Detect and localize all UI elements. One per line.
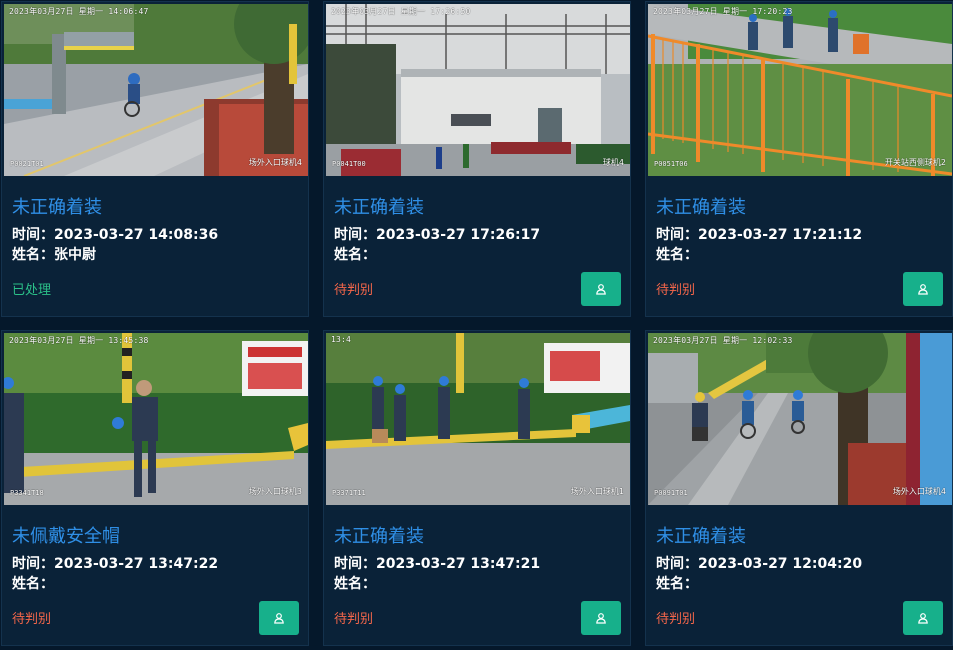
user-icon [918, 284, 928, 295]
osd-camera-name: 球机4 [602, 158, 624, 167]
osd-device-id: P3341T18 [10, 489, 44, 497]
snapshot-image[interactable]: 2023年03月27日 星期一 13:45:38 P3341T18 场外入口球机… [4, 333, 308, 505]
person-name: 姓名： [334, 247, 376, 263]
alarm-card[interactable]: 2023年03月27日 星期一 17:20:23 P0051T06 开关站西侧球… [645, 1, 953, 317]
user-icon [596, 284, 606, 295]
osd-timestamp: 2023年03月27日 星期一 12:02:33 [653, 336, 793, 345]
osd-camera-name: 场外入口球机3 [248, 487, 302, 496]
user-icon [274, 613, 284, 624]
osd-device-id: P0041T00 [332, 160, 366, 168]
violation-title: 未正确着装 [334, 197, 424, 218]
osd-timestamp: 2023年03月27日 星期一 13:45:38 [9, 336, 149, 345]
violation-title: 未佩戴安全帽 [12, 526, 120, 547]
snapshot-image[interactable]: 2023年03月27日 星期一 17:26:50 P0041T00 球机4 [326, 4, 630, 176]
judge-button[interactable] [581, 601, 621, 635]
alarm-time: 时间：2023-03-27 13:47:22 [12, 556, 219, 572]
osd-device-id: P3371T11 [332, 489, 366, 497]
snapshot-image[interactable]: 2023年03月27日 星期一 12:02:33 P0091T01 场外入口球机… [648, 333, 952, 505]
status-text: 待判别 [334, 283, 374, 298]
alarm-card-grid: 2023年03月27日 星期一 14:06:47 P0021T01 场外入口球机… [0, 0, 953, 650]
person-name: 姓名： [656, 247, 698, 263]
alarm-time: 时间：2023-03-27 17:21:12 [656, 227, 863, 243]
status-text: 待判别 [12, 612, 52, 627]
alarm-card[interactable]: 2023年03月27日 星期一 13:45:38 P3341T18 场外入口球机… [1, 330, 309, 646]
osd-camera-name: 场外入口球机4 [892, 487, 946, 496]
judge-button[interactable] [903, 272, 943, 306]
user-icon [918, 613, 928, 624]
osd-camera-name: 开关站西侧球机2 [884, 158, 946, 167]
status-text: 待判别 [656, 283, 696, 298]
osd-device-id: P0021T01 [10, 160, 44, 168]
snapshot-image[interactable]: 2023年03月27日 星期一 17:20:23 P0051T06 开关站西侧球… [648, 4, 952, 176]
snapshot-image[interactable]: 13:4 P3371T11 场外入口球机1 [326, 333, 630, 505]
judge-button[interactable] [903, 601, 943, 635]
violation-title: 未正确着装 [334, 526, 424, 547]
osd-timestamp: 2023年03月27日 星期一 14:06:47 [9, 7, 149, 16]
osd-camera-name: 场外入口球机4 [248, 158, 302, 167]
judge-button[interactable] [581, 272, 621, 306]
person-name: 姓名：张中尉 [12, 247, 96, 263]
alarm-card[interactable]: 13:4 P3371T11 场外入口球机1 未正确着装 时间：2023-03-2… [323, 330, 631, 646]
alarm-time: 时间：2023-03-27 14:08:36 [12, 227, 219, 243]
snapshot-image[interactable]: 2023年03月27日 星期一 14:06:47 P0021T01 场外入口球机… [4, 4, 308, 176]
osd-device-id: P0091T01 [654, 489, 688, 497]
status-text: 已处理 [12, 283, 52, 298]
violation-title: 未正确着装 [656, 197, 746, 218]
violation-title: 未正确着装 [656, 526, 746, 547]
osd-camera-name: 场外入口球机1 [570, 487, 624, 496]
person-name: 姓名： [12, 576, 54, 592]
alarm-card[interactable]: 2023年03月27日 星期一 12:02:33 P0091T01 场外入口球机… [645, 330, 953, 646]
user-icon [596, 613, 606, 624]
osd-timestamp: 2023年03月27日 星期一 17:20:23 [653, 7, 793, 16]
alarm-card[interactable]: 2023年03月27日 星期一 14:06:47 P0021T01 场外入口球机… [1, 1, 309, 317]
judge-button[interactable] [259, 601, 299, 635]
status-text: 待判别 [334, 612, 374, 627]
violation-title: 未正确着装 [12, 197, 102, 218]
person-name: 姓名： [656, 576, 698, 592]
osd-timestamp: 2023年03月27日 星期一 17:26:50 [331, 7, 471, 16]
alarm-time: 时间：2023-03-27 13:47:21 [334, 556, 541, 572]
alarm-card[interactable]: 2023年03月27日 星期一 17:26:50 P0041T00 球机4 未正… [323, 1, 631, 317]
alarm-time: 时间：2023-03-27 12:04:20 [656, 556, 863, 572]
alarm-time: 时间：2023-03-27 17:26:17 [334, 227, 541, 243]
status-text: 待判别 [656, 612, 696, 627]
osd-device-id: P0051T06 [654, 160, 688, 168]
person-name: 姓名： [334, 576, 376, 592]
osd-timestamp: 13:4 [331, 335, 352, 344]
